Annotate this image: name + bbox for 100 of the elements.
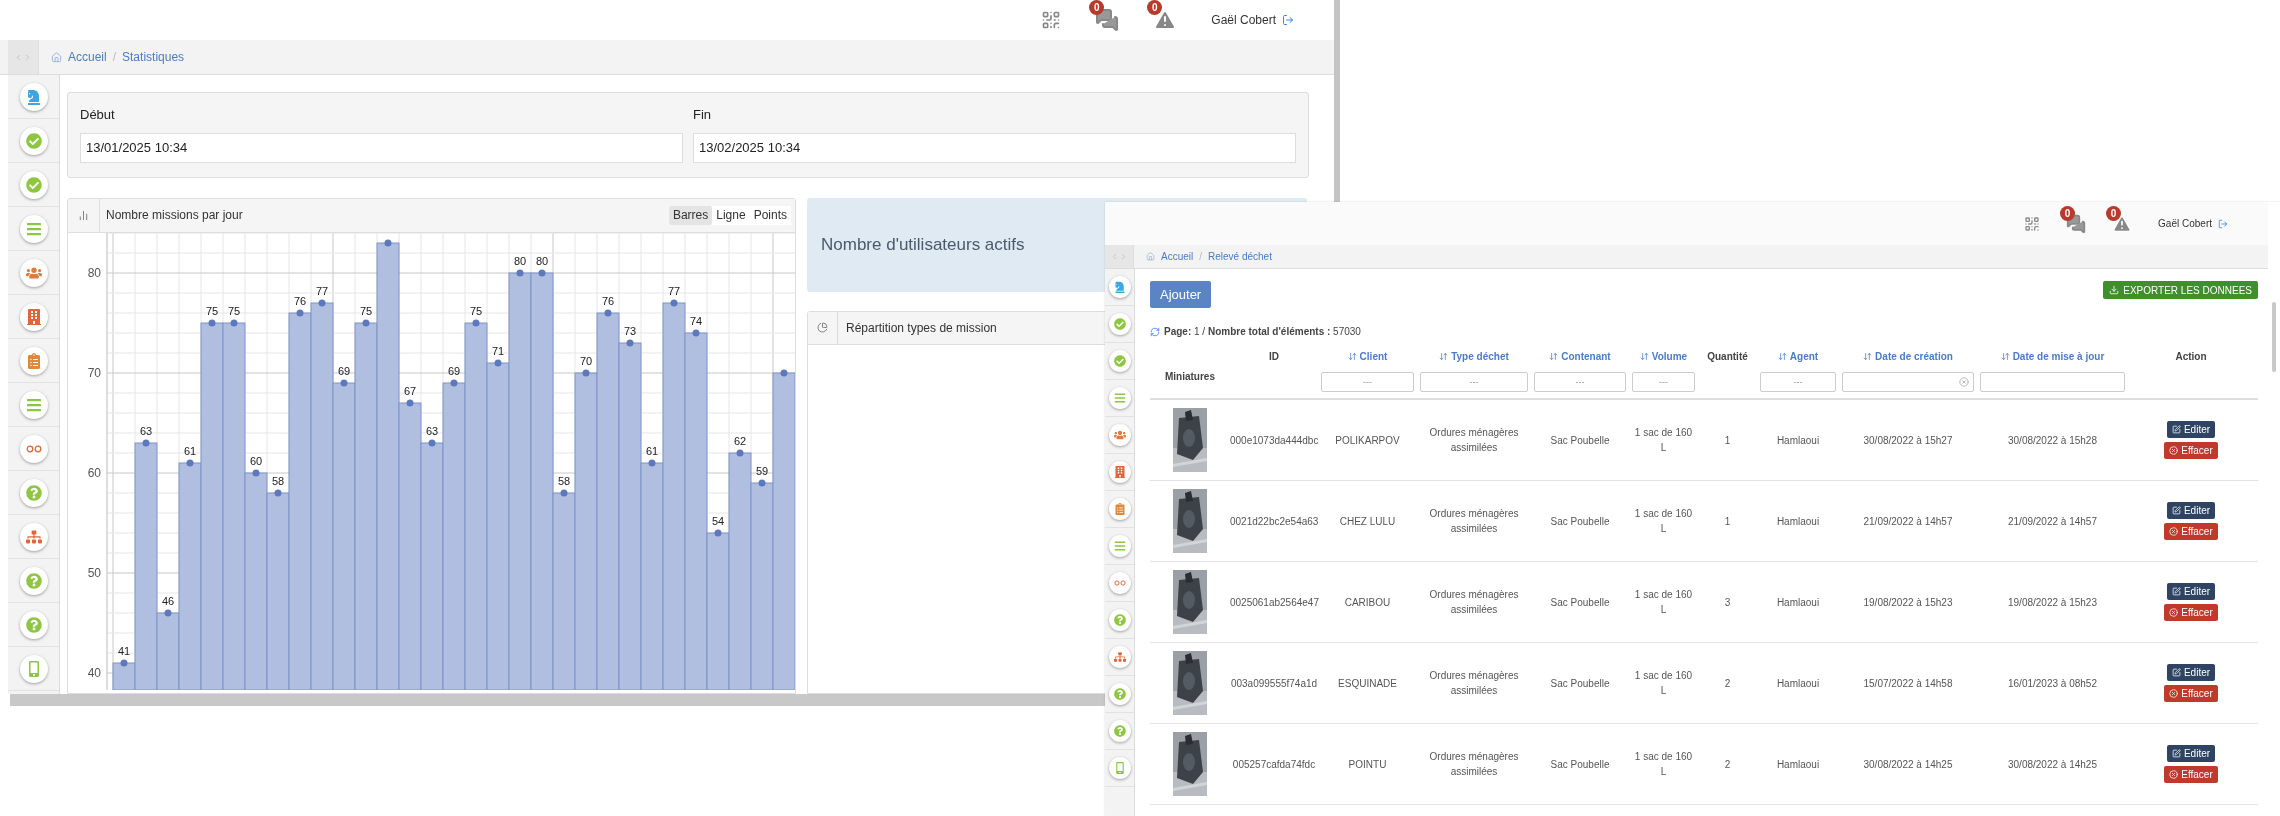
two-circles-icon (25, 444, 42, 453)
sidebar-button[interactable] (1108, 313, 1131, 335)
delete-icon (2169, 608, 2179, 617)
logout-icon[interactable] (1282, 14, 1294, 26)
filter-field[interactable]: --- (1760, 372, 1836, 392)
sitemap-icon (25, 528, 42, 545)
logout-icon[interactable] (2218, 218, 2228, 229)
sidebar-button[interactable] (19, 654, 48, 683)
filter-field[interactable]: --- (1321, 372, 1414, 392)
edit-button[interactable]: Editer (2166, 745, 2216, 762)
sidebar-button[interactable] (19, 478, 48, 507)
user-name[interactable]: Gaël Cobert (1211, 11, 1276, 29)
delete-button[interactable]: Effacer (2164, 523, 2218, 540)
sidebar-button[interactable] (19, 82, 48, 111)
table-cell-text: 1 (1723, 433, 1732, 448)
people-icon (1113, 429, 1126, 441)
refresh-icon[interactable] (1150, 326, 1160, 337)
sidebar-button[interactable] (1108, 276, 1131, 298)
table-cell-text: Hamlaoui (1775, 676, 1821, 691)
sidebar-button[interactable] (19, 126, 48, 155)
breadcrumb-link[interactable]: Statistiques (122, 48, 185, 66)
chart-mode-tab[interactable]: Barres (668, 205, 713, 225)
table-cell-text: 0021d22bc2e54a63 (1230, 514, 1318, 529)
clear-icon[interactable] (1959, 377, 1969, 387)
home-icon[interactable] (51, 51, 62, 63)
delete-button[interactable]: Effacer (2164, 685, 2218, 702)
sidebar-button[interactable] (1108, 387, 1131, 409)
sidebar-button[interactable] (1108, 757, 1131, 779)
column-header: Miniatures (1165, 370, 1215, 384)
edit-button[interactable]: Editer (2166, 502, 2216, 519)
breadcrumb-link[interactable]: Relevé déchet (1208, 249, 1272, 264)
sidebar-button[interactable] (19, 346, 48, 375)
table-cell-text: CHEZ LULU (1338, 514, 1397, 529)
sidebar-button[interactable] (1108, 535, 1131, 557)
table-cell-text: 21/09/2022 à 14h57 (2007, 514, 2098, 529)
edit-button[interactable]: Editer (2166, 583, 2216, 600)
export-button[interactable]: EXPORTER LES DONNEES (2103, 281, 2258, 299)
sidebar-button[interactable] (19, 610, 48, 639)
data-label: 61 (183, 444, 197, 457)
sidebar-toggle[interactable] (1105, 245, 1133, 268)
date-filter-field[interactable] (1842, 372, 1974, 392)
sidebar-button[interactable] (1108, 461, 1131, 483)
sort-icon[interactable] (1347, 352, 1357, 361)
sidebar-button[interactable] (1108, 498, 1131, 520)
sidebar-button[interactable] (1108, 424, 1131, 446)
column-header[interactable]: Date de création (1863, 349, 1953, 364)
delete-button[interactable]: Effacer (2164, 766, 2218, 783)
sort-icon[interactable] (1777, 352, 1787, 361)
breadcrumb-link[interactable]: Accueil (1161, 249, 1194, 264)
column-header[interactable]: Client (1347, 349, 1388, 364)
sidebar-button[interactable] (19, 566, 48, 595)
table-cell-text: Ordures ménagères assimilées (1428, 588, 1520, 617)
column-header[interactable]: Type déchet (1439, 349, 1509, 364)
column-header[interactable]: Agent (1777, 349, 1819, 364)
sidebar-button[interactable] (1108, 609, 1131, 631)
sidebar-button[interactable] (19, 434, 48, 463)
filter-field[interactable]: --- (1420, 372, 1528, 392)
data-label: 63 (425, 424, 439, 437)
sort-icon[interactable] (1439, 352, 1449, 361)
qr-code-icon[interactable] (1041, 10, 1062, 30)
date-field[interactable]: 13/01/2025 10:34 (80, 132, 683, 163)
sidebar-button[interactable] (1108, 683, 1131, 705)
sort-icon[interactable] (1639, 352, 1649, 361)
column-header[interactable]: Volume (1639, 349, 1688, 364)
table-cell-text: Sac Poubelle (1549, 433, 1611, 448)
sitemap-icon (1113, 651, 1126, 663)
bar-chart-icon (78, 209, 89, 221)
delete-button[interactable]: Effacer (2164, 442, 2218, 459)
filter-field[interactable]: --- (1632, 372, 1695, 392)
edit-button[interactable]: Editer (2166, 421, 2216, 438)
sidebar-button[interactable] (1108, 720, 1131, 742)
sort-icon[interactable] (2000, 352, 2010, 361)
delete-button[interactable]: Effacer (2164, 604, 2218, 621)
table-cell-text: Hamlaoui (1775, 757, 1821, 772)
sort-icon[interactable] (1549, 352, 1559, 361)
sidebar-button[interactable] (19, 390, 48, 419)
date-field[interactable]: 13/02/2025 10:34 (693, 132, 1296, 163)
user-name[interactable]: Gaël Cobert (2158, 216, 2212, 231)
sidebar-button[interactable] (19, 302, 48, 331)
sidebar-toggle[interactable] (8, 40, 38, 74)
filter-field[interactable] (1980, 372, 2125, 392)
sidebar-button[interactable] (19, 258, 48, 287)
breadcrumb-link[interactable]: Accueil (68, 48, 107, 66)
add-button[interactable]: Ajouter (1150, 281, 1212, 308)
list-icon (25, 220, 42, 237)
sidebar-button[interactable] (1108, 350, 1131, 372)
sidebar-button[interactable] (19, 214, 48, 243)
data-label: 59 (755, 464, 769, 477)
data-label: 76 (293, 294, 307, 307)
column-header[interactable]: Contenant (1549, 349, 1611, 364)
sidebar-button[interactable] (1108, 646, 1131, 668)
home-icon[interactable] (1146, 252, 1155, 261)
sidebar-button[interactable] (19, 170, 48, 199)
filter-field[interactable]: --- (1534, 372, 1626, 392)
sort-icon[interactable] (1863, 352, 1873, 361)
qr-code-icon[interactable] (2024, 215, 2041, 232)
sidebar-button[interactable] (19, 522, 48, 551)
edit-button[interactable]: Editer (2166, 664, 2216, 681)
sidebar-button[interactable] (1108, 572, 1131, 594)
column-header[interactable]: Date de mise à jour (2000, 349, 2105, 364)
